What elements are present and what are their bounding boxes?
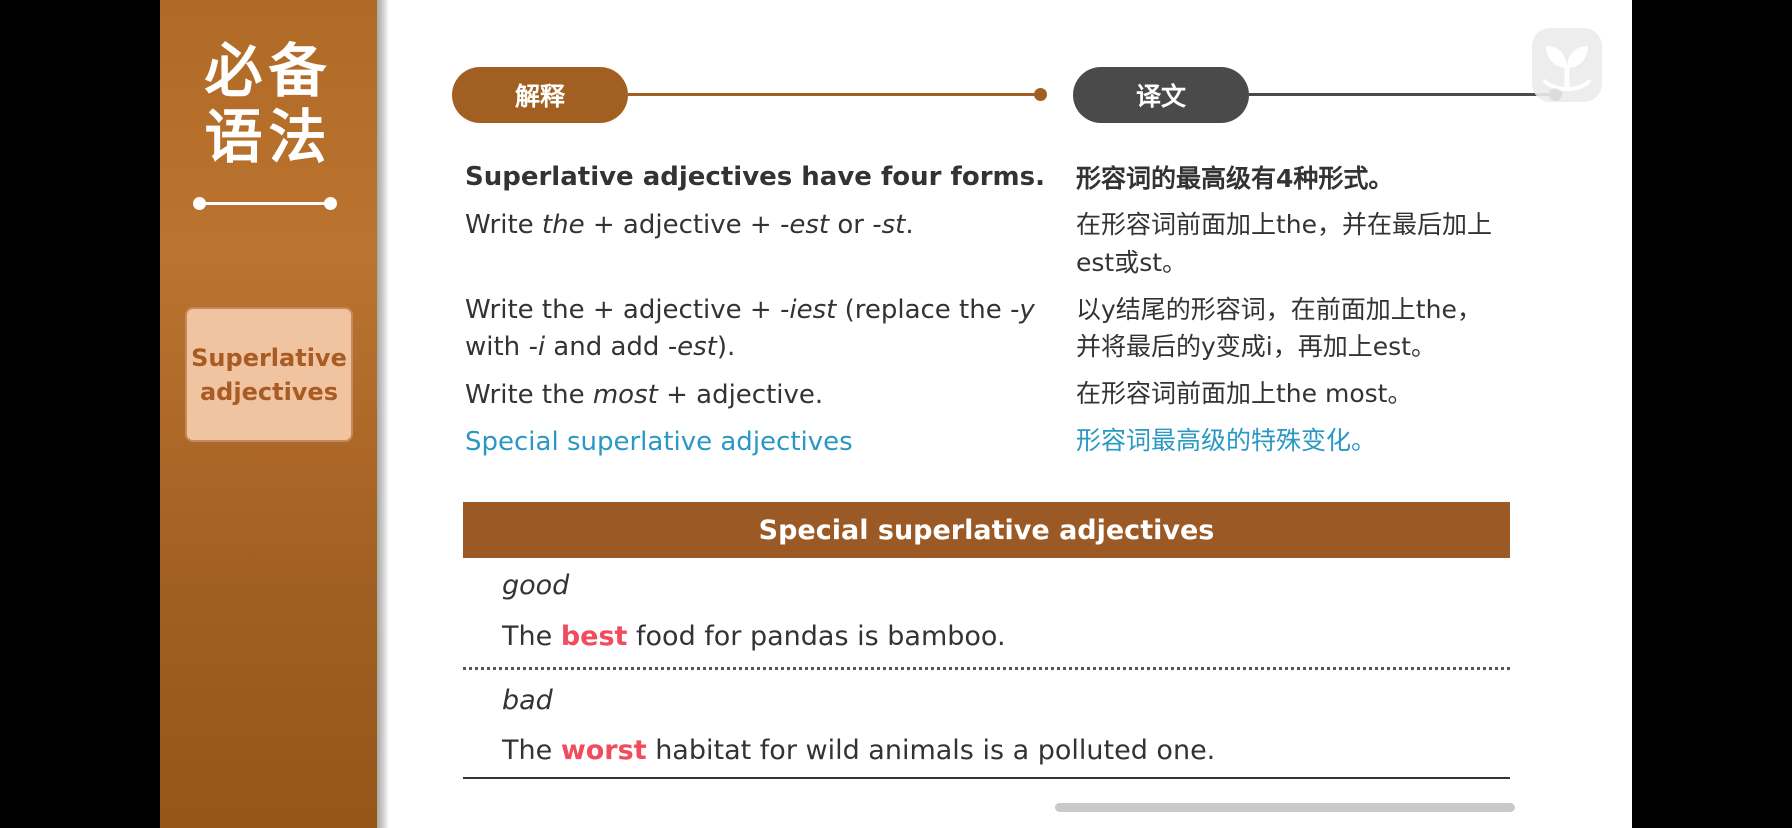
section-title: 必备 语法	[160, 38, 377, 170]
tab-explain[interactable]: 解释	[452, 67, 628, 123]
section-title-line1: 必备	[204, 37, 333, 105]
row-divider	[463, 667, 1510, 670]
translation-rule-1-line1: 在形容词前面加上the，并在最后加上	[1076, 210, 1493, 239]
topic-label-line2: adjectives	[199, 377, 338, 406]
translation-tab-line	[1249, 88, 1562, 101]
sidebar-divider	[193, 197, 337, 210]
translation-rule-2-line1: 以y结尾的形容词，在前面加上the，	[1076, 295, 1482, 324]
explain-heading: Superlative adjectives have four forms.	[465, 162, 1045, 192]
tab-explain-label: 解释	[514, 82, 565, 111]
main-content: 解释 译文 Superlative adjectives have four f…	[389, 0, 1632, 828]
sprout-logo-icon[interactable]	[1532, 28, 1602, 102]
table-header-label: Special superlative adjectives	[758, 514, 1215, 546]
explain-tab-line	[628, 88, 1047, 101]
explain-rule-2-line1: Write the + adjective + -iest (replace t…	[465, 295, 1035, 325]
translation-rule-2-line2: 并将最后的y变成i，再加上est。	[1076, 332, 1436, 361]
table-bottom-border	[463, 777, 1510, 779]
table-row-word: good	[502, 570, 570, 601]
explain-line-dot	[1034, 88, 1047, 101]
divider-dot-left	[193, 197, 206, 210]
section-title-line2: 语法	[204, 103, 333, 171]
horizontal-scrollbar[interactable]	[1055, 803, 1515, 812]
table-row-sentence: The worst habitat for wild animals is a …	[502, 735, 1216, 766]
tab-translation-label: 译文	[1135, 82, 1186, 111]
explain-rule-1: Write the + adjective + -est or -st.	[465, 210, 914, 240]
special-adjectives-link[interactable]: Special superlative adjectives	[465, 423, 853, 461]
table-row-sentence: The best food for pandas is bamboo.	[502, 621, 1006, 652]
translation-heading: 形容词的最高级有4种形式。	[1076, 164, 1394, 193]
topic-button-superlative-adjectives[interactable]: Superlative adjectives	[185, 307, 353, 442]
translation-rule-1-line2: est或st。	[1076, 248, 1188, 277]
topic-label-line1: Superlative	[191, 343, 347, 372]
explain-rule-3: Write the most + adjective.	[465, 380, 824, 410]
translation-rule-3: 在形容词前面加上the most。	[1076, 379, 1413, 408]
tab-translation[interactable]: 译文	[1073, 67, 1249, 123]
translation-special-link[interactable]: 形容词最高级的特殊变化。	[1076, 422, 1376, 460]
explain-rule-2-line2: with -i and add -est).	[465, 332, 736, 362]
table-row-word: bad	[502, 685, 553, 716]
page-fold-shadow	[377, 0, 389, 828]
sidebar: 必备 语法 Superlative adjectives	[160, 0, 377, 828]
table-header: Special superlative adjectives	[463, 502, 1510, 558]
divider-dot-right	[324, 197, 337, 210]
